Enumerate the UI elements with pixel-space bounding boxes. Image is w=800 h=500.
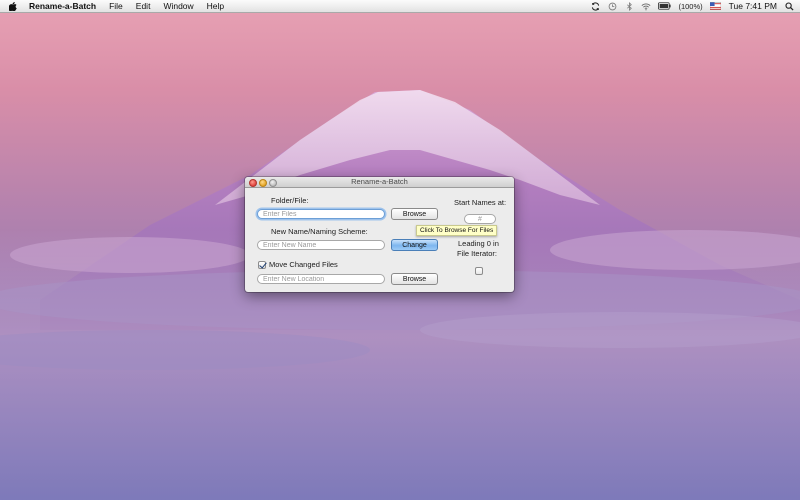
window-titlebar[interactable]: Rename-a-Batch bbox=[245, 177, 514, 188]
leading-zero-checkbox[interactable] bbox=[475, 267, 483, 275]
file-iterator-label: File Iterator: bbox=[457, 249, 498, 258]
menu-window[interactable]: Window bbox=[163, 0, 193, 12]
menu-bar: Rename-a-Batch File Edit Window Help (10… bbox=[0, 0, 800, 13]
leading-zero-label: Leading 0 in bbox=[458, 239, 499, 248]
start-number-input[interactable] bbox=[464, 214, 496, 224]
browse-files-button[interactable]: Browse bbox=[391, 208, 438, 220]
apple-menu-icon[interactable] bbox=[9, 1, 19, 11]
status-area: (100%) Tue 7:41 PM bbox=[590, 0, 794, 12]
rename-a-batch-window: Rename-a-Batch Folder/File: Browse New N… bbox=[245, 177, 514, 292]
menu-edit[interactable]: Edit bbox=[136, 0, 151, 12]
move-changed-files-checkbox[interactable] bbox=[258, 261, 266, 269]
browse-tooltip: Click To Browse For Files bbox=[416, 225, 498, 236]
wifi-icon[interactable] bbox=[641, 1, 651, 11]
bluetooth-icon[interactable] bbox=[624, 1, 634, 11]
flag-icon[interactable] bbox=[710, 1, 722, 11]
menu-app-name[interactable]: Rename-a-Batch bbox=[29, 0, 96, 12]
menu-clock[interactable]: Tue 7:41 PM bbox=[729, 1, 777, 11]
menu-file[interactable]: File bbox=[109, 0, 123, 12]
sync-icon[interactable] bbox=[590, 1, 600, 11]
battery-icon[interactable] bbox=[658, 1, 672, 11]
battery-percent: (100%) bbox=[678, 1, 703, 11]
spotlight-search-icon[interactable] bbox=[784, 1, 794, 11]
new-location-input[interactable] bbox=[257, 274, 385, 284]
window-content: Folder/File: Browse New Name/Naming Sche… bbox=[245, 188, 514, 292]
time-machine-icon[interactable] bbox=[607, 1, 617, 11]
browse-location-button[interactable]: Browse bbox=[391, 273, 438, 285]
new-name-label: New Name/Naming Scheme: bbox=[271, 227, 368, 236]
change-button[interactable]: Change bbox=[391, 239, 438, 251]
start-names-at-label: Start Names at: bbox=[454, 198, 507, 207]
new-name-input[interactable] bbox=[257, 240, 385, 250]
menu-help[interactable]: Help bbox=[207, 0, 224, 12]
window-title: Rename-a-Batch bbox=[351, 177, 408, 186]
folder-file-label: Folder/File: bbox=[271, 196, 309, 205]
files-input[interactable] bbox=[257, 209, 385, 219]
move-changed-files-label[interactable]: Move Changed Files bbox=[269, 260, 338, 269]
